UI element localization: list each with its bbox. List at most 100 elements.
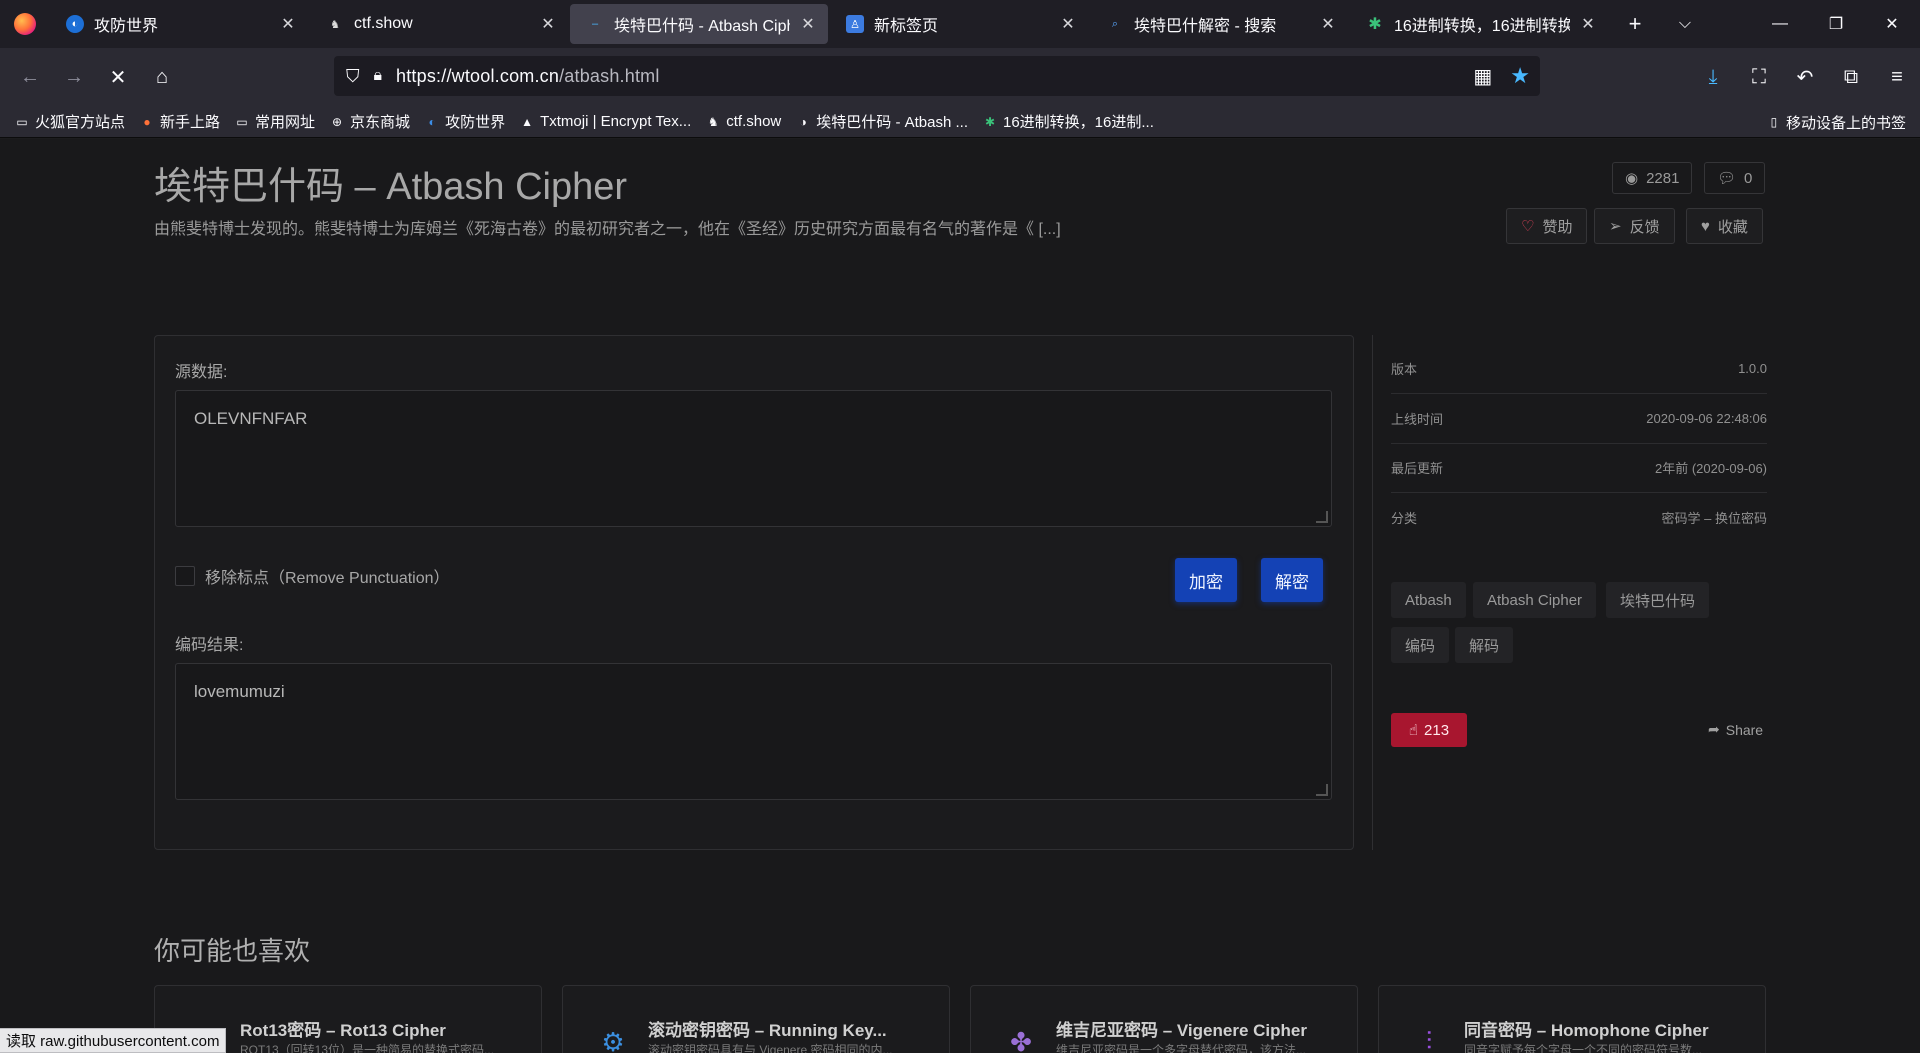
menu-icon[interactable]: ≡: [1874, 57, 1920, 97]
bookmark-item[interactable]: ◑ 埃特巴什码 - Atbash ...: [795, 111, 968, 132]
adworld-icon: ◐: [66, 15, 84, 33]
result-textarea[interactable]: lovemumuzi: [175, 663, 1332, 800]
close-icon[interactable]: ✕: [540, 14, 556, 34]
meta-online-time: 上线时间 2020-09-06 22:48:06: [1391, 394, 1767, 444]
extensions-icon[interactable]: ⧉: [1828, 57, 1874, 97]
bookmark-item[interactable]: ♞ ctf.show: [705, 113, 781, 130]
tab-title: 16进制转换，16进制转换文: [1394, 18, 1570, 35]
close-icon[interactable]: ✕: [280, 14, 296, 34]
close-window-button[interactable]: ✕: [1864, 0, 1920, 48]
tag-item[interactable]: Atbash: [1391, 582, 1466, 618]
lock-icon[interactable]: 🔒︎: [374, 67, 383, 85]
meta-version: 版本 1.0.0: [1391, 344, 1767, 394]
undo-icon[interactable]: ↶: [1782, 57, 1828, 97]
new-tab-button[interactable]: +: [1610, 0, 1660, 48]
result-label: 编码结果:: [175, 637, 244, 654]
source-textarea[interactable]: OLEVNFNFAR: [175, 390, 1332, 527]
page-title: 埃特巴什码 – Atbash Cipher: [154, 166, 628, 208]
restore-button[interactable]: ❐: [1808, 0, 1864, 48]
bookmark-item[interactable]: ✱ 16进制转换，16进制...: [982, 111, 1154, 132]
resize-handle[interactable]: [1316, 784, 1328, 796]
tag-item[interactable]: 解码: [1455, 627, 1514, 663]
meta-category: 分类 密码学 – 换位密码: [1391, 510, 1767, 526]
tag-item[interactable]: 埃特巴什码: [1606, 582, 1710, 618]
tab-title: 埃特巴什解密 - 搜索: [1134, 18, 1277, 35]
download-icon[interactable]: ⤓: [1690, 57, 1736, 97]
chevron-down-icon[interactable]: ⌵: [1660, 0, 1710, 48]
search-icon: ⌕: [1111, 17, 1119, 30]
tab-hex[interactable]: ✱ 16进制转换，16进制转换文 ✕: [1350, 4, 1608, 44]
home-button[interactable]: ⌂: [140, 57, 184, 97]
tab-adworld[interactable]: ◐ 攻防世界 ✕: [50, 4, 308, 44]
web-page: 埃特巴什码 – Atbash Cipher 由熊斐特博士发现的。熊斐特博士为库姆…: [0, 139, 1920, 1053]
shield-icon[interactable]: ⛉: [346, 66, 360, 87]
remove-punctuation-option[interactable]: 移除标点（Remove Punctuation）: [175, 564, 450, 588]
folder-icon: ▭: [236, 114, 248, 129]
share-icon: ➦: [1708, 721, 1720, 737]
screenshot-icon[interactable]: ⛶: [1736, 57, 1782, 97]
close-icon[interactable]: ✕: [1580, 14, 1596, 34]
adworld-icon: ◐: [428, 114, 436, 129]
eye-icon: ◉: [1625, 170, 1639, 187]
minimize-button[interactable]: —: [1752, 0, 1808, 48]
gear-icon: ✱: [1368, 16, 1382, 33]
hand-icon: ☝: [1408, 722, 1419, 739]
related-card[interactable]: ✤ 维吉尼亚密码 – Vigenere Cipher 维吉尼亚密码是一个多字母替…: [970, 985, 1358, 1053]
related-card[interactable]: ⚙ 滚动密钥密码 – Running Key... 滚动密钥密码具有与 Vige…: [562, 985, 950, 1053]
decrypt-button[interactable]: 解密: [1261, 558, 1323, 602]
bookmark-item[interactable]: ⊕ 京东商城: [329, 111, 410, 132]
qr-code-icon[interactable]: ▦: [1473, 64, 1492, 89]
loading-icon: –: [591, 18, 599, 30]
favorite-button[interactable]: ♥ 收藏: [1686, 208, 1763, 244]
divider: [1372, 335, 1373, 850]
ctfshow-icon: ♞: [330, 18, 340, 31]
heart-icon: ♡: [1521, 218, 1535, 235]
gear-icon: ✱: [984, 114, 996, 129]
bookmarks-toolbar: ▭ 火狐官方站点 ● 新手上路 ▭ 常用网址 ⊕ 京东商城 ◐ 攻防世界 ▲ Txtmoji…: [0, 106, 1920, 138]
related-heading: 你可能也喜欢: [154, 936, 311, 966]
mobile-device-icon: ▯: [1770, 115, 1778, 129]
tab-title: 新标签页: [874, 18, 939, 35]
bookmark-item[interactable]: ◐ 攻防世界: [424, 111, 505, 132]
feedback-button[interactable]: ➢ 反馈: [1594, 208, 1675, 244]
like-button[interactable]: ☝ 213: [1391, 713, 1467, 747]
url-bar[interactable]: ⛉ 🔒︎ https://wtool.com.cn/atbash.html ▦ …: [334, 56, 1540, 96]
url-text[interactable]: https://wtool.com.cn/atbash.html: [396, 66, 660, 87]
new-tab-icon: ♙: [846, 15, 864, 33]
close-icon[interactable]: ✕: [1060, 14, 1076, 34]
tool-panel: 源数据: OLEVNFNFAR 移除标点（Remove Punctuation）…: [154, 335, 1354, 850]
send-icon: ➢: [1609, 218, 1622, 235]
mobile-bookmarks[interactable]: ▯ 移动设备上的书签: [1766, 106, 1906, 138]
bookmark-star-icon[interactable]: ★: [1510, 63, 1530, 89]
folder-icon: ▭: [16, 114, 28, 129]
bookmark-item[interactable]: ▲ Txtmoji | Encrypt Tex...: [519, 113, 691, 130]
back-button[interactable]: ←: [8, 57, 52, 97]
encrypt-button[interactable]: 加密: [1175, 558, 1237, 602]
tab-title: 攻防世界: [94, 18, 159, 35]
tab-atbash[interactable]: – 埃特巴什码 - Atbash Cipher ✕: [570, 4, 828, 44]
heart-filled-icon: ♥: [1701, 217, 1710, 235]
ctfshow-icon: ♞: [707, 114, 719, 129]
bookmark-item[interactable]: ▭ 常用网址: [234, 111, 315, 132]
share-button[interactable]: ➦ Share: [1708, 721, 1763, 738]
tab-strip: ◐ 攻防世界 ✕ ♞ ctf.show ✕ – 埃特巴什码 - Atbash C…: [0, 0, 1920, 48]
tab-new[interactable]: ♙ 新标签页 ✕: [830, 4, 1088, 44]
remove-punctuation-checkbox[interactable]: [175, 566, 195, 586]
firefox-menu-icon[interactable]: [0, 0, 50, 48]
close-icon[interactable]: ✕: [1320, 14, 1336, 34]
source-label: 源数据:: [175, 364, 228, 381]
tag-item[interactable]: Atbash Cipher: [1473, 582, 1597, 618]
tab-ctfshow[interactable]: ♞ ctf.show ✕: [310, 4, 568, 44]
forward-button[interactable]: →: [52, 57, 96, 97]
tag-item[interactable]: 编码: [1391, 627, 1450, 663]
donate-button[interactable]: ♡ 赞助: [1506, 208, 1588, 244]
close-icon[interactable]: ✕: [800, 14, 816, 34]
wtool-icon: ◑: [799, 114, 807, 129]
stop-button[interactable]: ✕: [96, 57, 140, 97]
bookmark-item[interactable]: ● 新手上路: [139, 111, 220, 132]
bookmark-item[interactable]: ▭ 火狐官方站点: [14, 111, 125, 132]
related-card[interactable]: ⫶ 同音密码 – Homophone Cipher 同音字赋予每个字母一个不同的…: [1378, 985, 1766, 1053]
resize-handle[interactable]: [1316, 511, 1328, 523]
tab-search[interactable]: ⌕ 埃特巴什解密 - 搜索 ✕: [1090, 4, 1348, 44]
comments-counter[interactable]: 💬︎ 0: [1704, 162, 1766, 194]
